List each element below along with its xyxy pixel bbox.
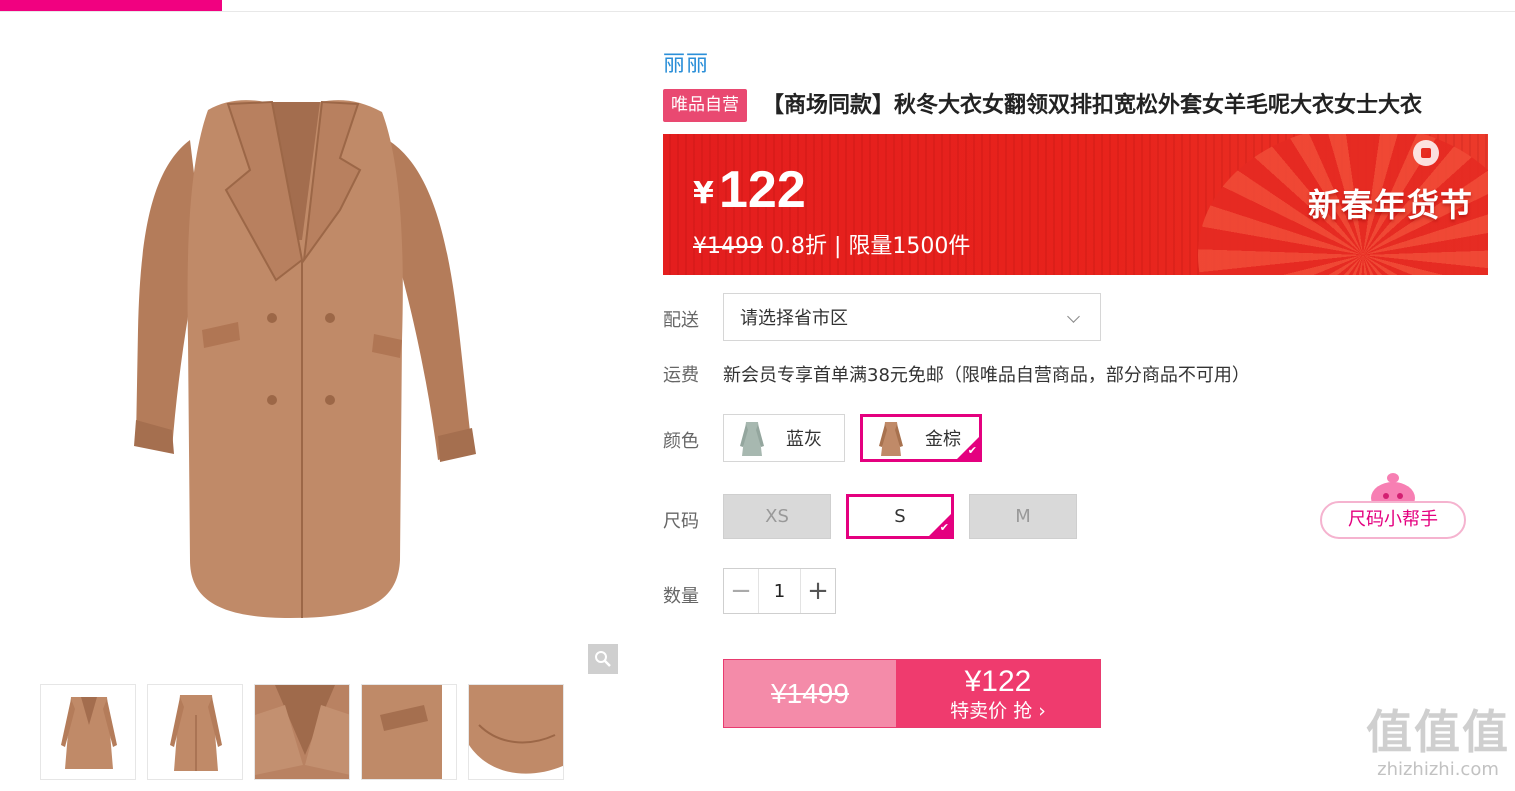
- color-option-blue-gray[interactable]: 蓝灰: [723, 414, 845, 462]
- size-option-label: S: [894, 506, 906, 527]
- quantity-increase-button[interactable]: +: [801, 569, 835, 613]
- color-option-golden-brown[interactable]: 金棕 ✔: [860, 414, 982, 462]
- active-tab-indicator: [0, 0, 222, 11]
- size-label: 尺码: [663, 511, 699, 532]
- buy-action-label: 特卖价 抢 ›: [950, 699, 1046, 722]
- delivery-label: 配送: [663, 310, 699, 331]
- quantity-label: 数量: [663, 586, 699, 607]
- shipping-label: 运费: [663, 365, 699, 386]
- top-tab-bar: [0, 0, 1515, 12]
- watermark-url: zhizhizhi.com: [1377, 759, 1499, 780]
- thumbnail-strip: [40, 684, 564, 780]
- chevron-down-icon: [1067, 310, 1080, 323]
- size-helper[interactable]: 尺码小帮手: [1320, 470, 1466, 540]
- color-option-label: 蓝灰: [786, 429, 822, 450]
- original-price: ¥1499: [693, 234, 763, 259]
- thumbnail-collar-detail[interactable]: [254, 684, 350, 780]
- shipping-info: 新会员专享首单满38元免邮（限唯品自营商品，部分商品不可用）: [723, 365, 1250, 386]
- size-option-m[interactable]: M: [969, 494, 1077, 539]
- color-option-label: 金棕: [925, 429, 961, 450]
- size-option-xs[interactable]: XS: [723, 494, 831, 539]
- quantity-input[interactable]: 1: [758, 569, 801, 613]
- quantity-decrease-button[interactable]: −: [724, 569, 758, 613]
- discount-info: 0.8折 | 限量1500件: [763, 234, 971, 259]
- thumbnail-pocket-detail[interactable]: [361, 684, 457, 780]
- main-product-image[interactable]: [40, 40, 620, 640]
- color-swatch-image: [879, 422, 903, 456]
- magnifier-icon: [595, 651, 611, 667]
- zoom-button[interactable]: [588, 644, 618, 674]
- festival-title: 新春年货节: [1308, 186, 1474, 224]
- size-helper-button[interactable]: 尺码小帮手: [1320, 501, 1466, 539]
- buy-button[interactable]: ¥1499 ¥122 特卖价 抢 ›: [723, 659, 1101, 728]
- product-title: 【商场同款】秋冬大衣女翻领双排扣宽松外套女羊毛呢大衣女士大衣: [762, 93, 1423, 118]
- site-watermark: 值值值 zhizhizhi.com: [1366, 706, 1510, 786]
- sale-price: 122: [719, 161, 806, 219]
- region-select-placeholder: 请选择省市区: [740, 308, 848, 329]
- region-select[interactable]: 请选择省市区: [723, 293, 1101, 341]
- price-currency: ¥: [693, 176, 714, 211]
- self-operated-badge: 唯品自营: [663, 89, 747, 122]
- price-banner: ¥ 122 ¥1499 0.8折 | 限量1500件 新春年货节: [663, 134, 1488, 275]
- buy-now-area[interactable]: ¥122 特卖价 抢 ›: [896, 660, 1100, 727]
- check-icon: ✔: [967, 444, 977, 457]
- quantity-stepper: − 1 +: [723, 568, 836, 614]
- watermark-logo: 值值值: [1366, 705, 1510, 759]
- color-label: 颜色: [663, 431, 699, 452]
- brand-name[interactable]: 丽丽: [663, 46, 709, 78]
- size-option-s[interactable]: S ✔: [846, 494, 954, 539]
- thumbnail-hem-detail[interactable]: [468, 684, 564, 780]
- buy-original-price: ¥1499: [724, 660, 896, 727]
- color-swatch-image: [740, 422, 764, 456]
- thumbnail-front[interactable]: [40, 684, 136, 780]
- check-icon: ✔: [939, 521, 949, 534]
- price-subline: ¥1499 0.8折 | 限量1500件: [693, 228, 970, 260]
- coin-icon: [1413, 140, 1439, 166]
- thumbnail-back[interactable]: [147, 684, 243, 780]
- buy-sale-price: ¥122: [964, 664, 1032, 698]
